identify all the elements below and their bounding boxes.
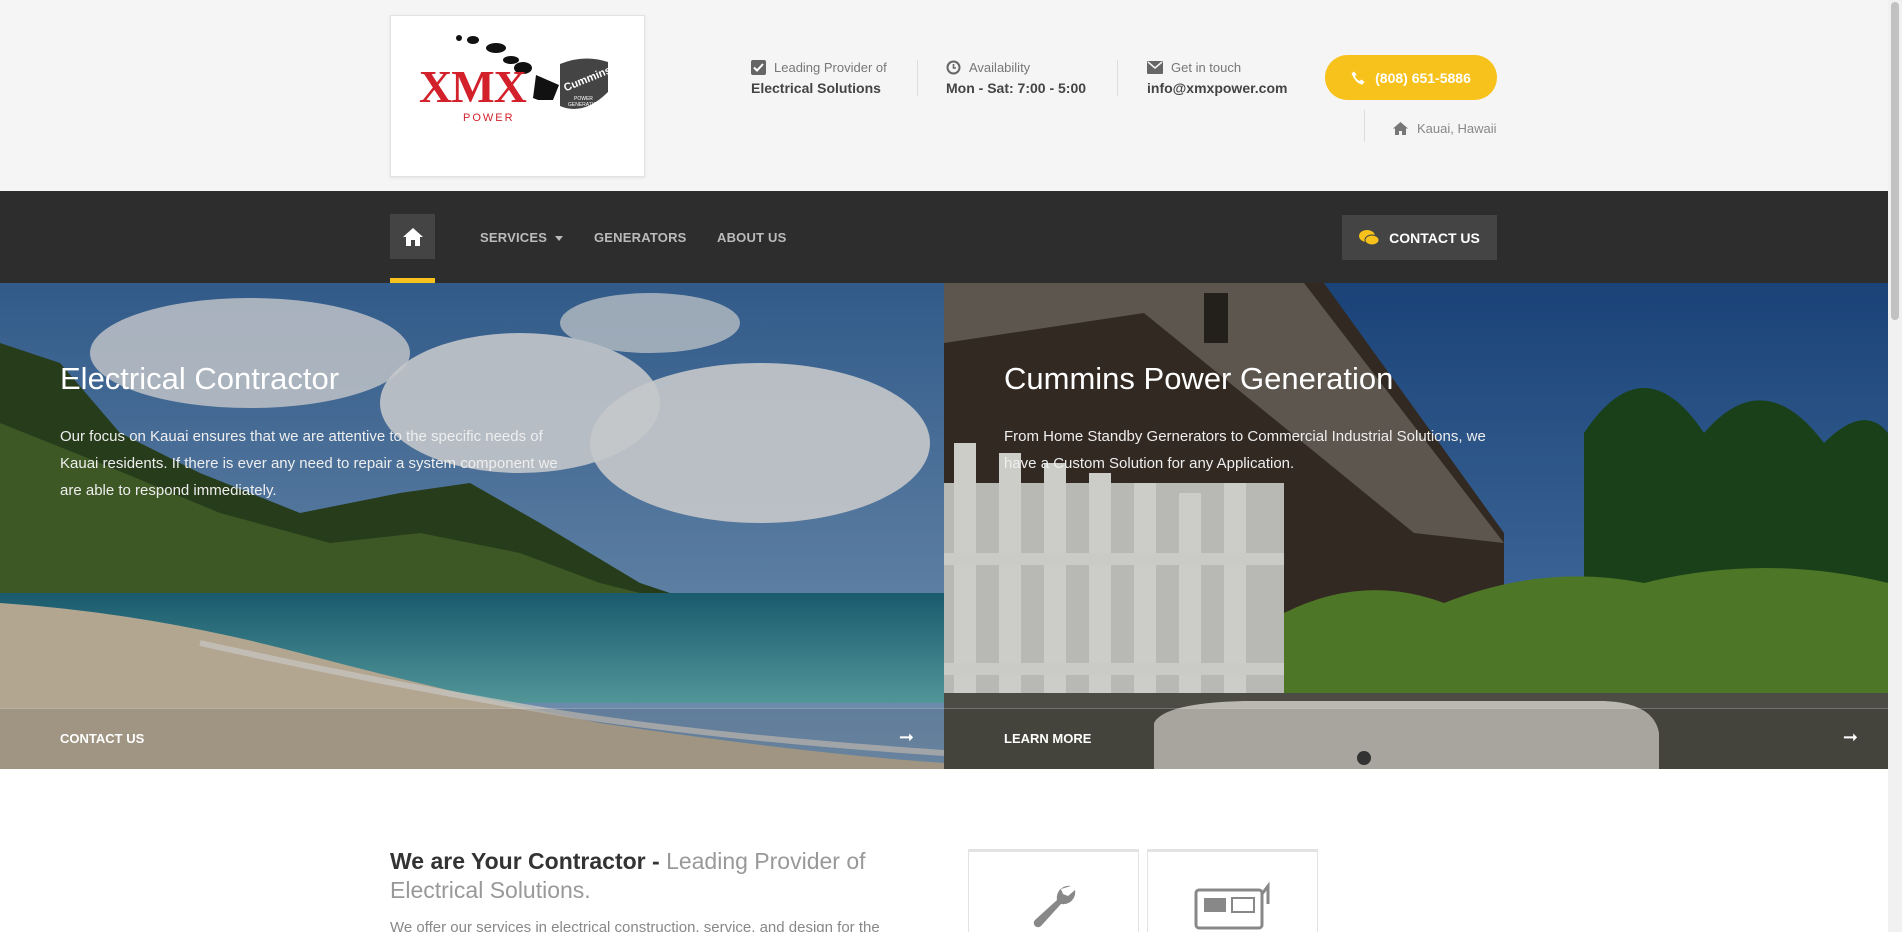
hero-description: From Home Standby Gernerators to Commerc… <box>1004 428 1486 472</box>
phone-number: (808) 651-5886 <box>1375 69 1471 86</box>
nav-item-generators[interactable]: GENERATORS <box>594 230 687 245</box>
divider <box>1117 60 1118 96</box>
hero-learn-more-link[interactable]: LEARN MORE <box>1004 731 1091 746</box>
generator-icon <box>1194 882 1269 930</box>
scrollbar-thumb[interactable] <box>1891 2 1899 320</box>
chat-bubbles-icon <box>1359 229 1380 245</box>
hero-footer[interactable]: LEARN MORE ➞ <box>944 708 1888 769</box>
wrench-icon <box>1033 885 1075 928</box>
contact-us-button[interactable]: CONTACT US <box>1342 215 1497 260</box>
nav-home-button[interactable] <box>390 214 435 259</box>
caret-down-icon <box>554 236 563 242</box>
site-logo[interactable]: XMX POWER Cummins POWER GENERATION <box>390 15 645 177</box>
intro-text: We offer our services in electrical cons… <box>390 919 880 932</box>
intro-section: We are Your Contractor - Leading Provide… <box>390 847 950 932</box>
hero-title: Electrical Contractor <box>60 361 340 396</box>
xmx-logo-text: XMX <box>419 61 527 112</box>
intro-heading-bold: We are Your Contractor - <box>390 848 660 874</box>
service-box-generators[interactable] <box>1147 849 1318 932</box>
hero-panel-electrical: Electrical Contractor Our focus on Kauai… <box>0 283 944 769</box>
nav-item-label: SERVICES <box>480 230 548 245</box>
checkbox-icon <box>751 60 766 75</box>
hero-panel-cummins: Cummins Power Generation From Home Stand… <box>944 283 1888 769</box>
info-value: Electrical Solutions <box>751 80 881 96</box>
info-leading-provider: Leading Provider of Electrical Solutions <box>751 60 887 96</box>
service-box-repair[interactable] <box>968 849 1139 932</box>
info-label: Get in touch <box>1171 60 1242 75</box>
info-availability: Availability Mon - Sat: 7:00 - 5:00 <box>946 60 1086 96</box>
power-logo-text: POWER <box>463 112 515 124</box>
divider <box>917 60 918 96</box>
generator-background-image <box>944 283 1888 769</box>
envelope-icon <box>1147 61 1163 74</box>
home-icon <box>402 227 423 246</box>
hero-footer[interactable]: CONTACT US ➞ <box>0 708 944 769</box>
home-icon <box>1393 122 1408 135</box>
hero-description: Our focus on Kauai ensures that we are a… <box>60 428 558 499</box>
svg-text:GENERATION: GENERATION <box>568 102 601 108</box>
intro-heading: We are Your Contractor - Leading Provide… <box>390 847 950 905</box>
email-link[interactable]: info@xmxpower.com <box>1147 80 1287 96</box>
info-label: Availability <box>969 60 1031 75</box>
location-text: Kauai, Hawaii <box>1417 121 1497 136</box>
nav-item-about-us[interactable]: ABOUT US <box>717 230 787 245</box>
phone-icon <box>1351 71 1365 84</box>
phone-button[interactable]: (808) 651-5886 <box>1325 55 1497 100</box>
info-value: Mon - Sat: 7:00 - 5:00 <box>946 80 1087 96</box>
top-header: XMX POWER Cummins POWER GENERATION Leadi… <box>0 0 1888 191</box>
nav-item-services[interactable]: SERVICES <box>480 230 563 245</box>
page-scrollbar[interactable] <box>1888 0 1902 932</box>
divider <box>1364 110 1365 142</box>
arrow-right-icon[interactable]: ➞ <box>1843 727 1858 748</box>
beach-background-image <box>0 283 944 769</box>
main-navigation: SERVICES GENERATORS ABOUT US CONTACT US <box>0 191 1888 283</box>
location-info: Kauai, Hawaii <box>1393 121 1497 136</box>
cummins-logo-icon: Cummins POWER GENERATION <box>560 58 612 109</box>
hero-title: Cummins Power Generation <box>1004 361 1394 396</box>
clock-icon <box>946 60 961 75</box>
arrow-right-icon[interactable]: ➞ <box>899 727 914 748</box>
info-contact-email: Get in touch info@xmxpower.com <box>1147 60 1287 96</box>
info-label: Leading Provider of <box>774 60 887 75</box>
hero-contact-us-link[interactable]: CONTACT US <box>60 731 144 746</box>
contact-us-label: CONTACT US <box>1389 229 1480 246</box>
